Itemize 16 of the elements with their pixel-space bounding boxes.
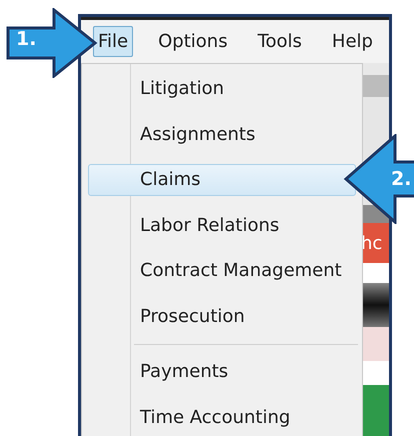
dropdown-item[interactable]: Payments: [88, 356, 356, 388]
menu-item[interactable]: Help: [326, 26, 378, 57]
menu-item[interactable]: File: [93, 26, 134, 57]
dropdown-item[interactable]: Litigation: [88, 72, 356, 105]
dropdown-item[interactable]: Claims: [88, 164, 356, 196]
dropdown-item[interactable]: Prosecution: [88, 300, 356, 332]
menu-item[interactable]: Tools: [252, 26, 307, 57]
background-text: hc: [363, 232, 382, 256]
menu-item[interactable]: Options: [153, 26, 233, 57]
dropdown-item[interactable]: Time Accounting: [88, 401, 356, 434]
callout-number: 2.: [391, 170, 412, 189]
dropdown-item[interactable]: Contract Management: [88, 254, 356, 287]
callout-number: 1.: [16, 30, 36, 49]
dropdown-item[interactable]: Labor Relations: [88, 209, 356, 242]
dropdown-item[interactable]: Assignments: [88, 118, 356, 150]
panel-strip: [363, 327, 389, 361]
